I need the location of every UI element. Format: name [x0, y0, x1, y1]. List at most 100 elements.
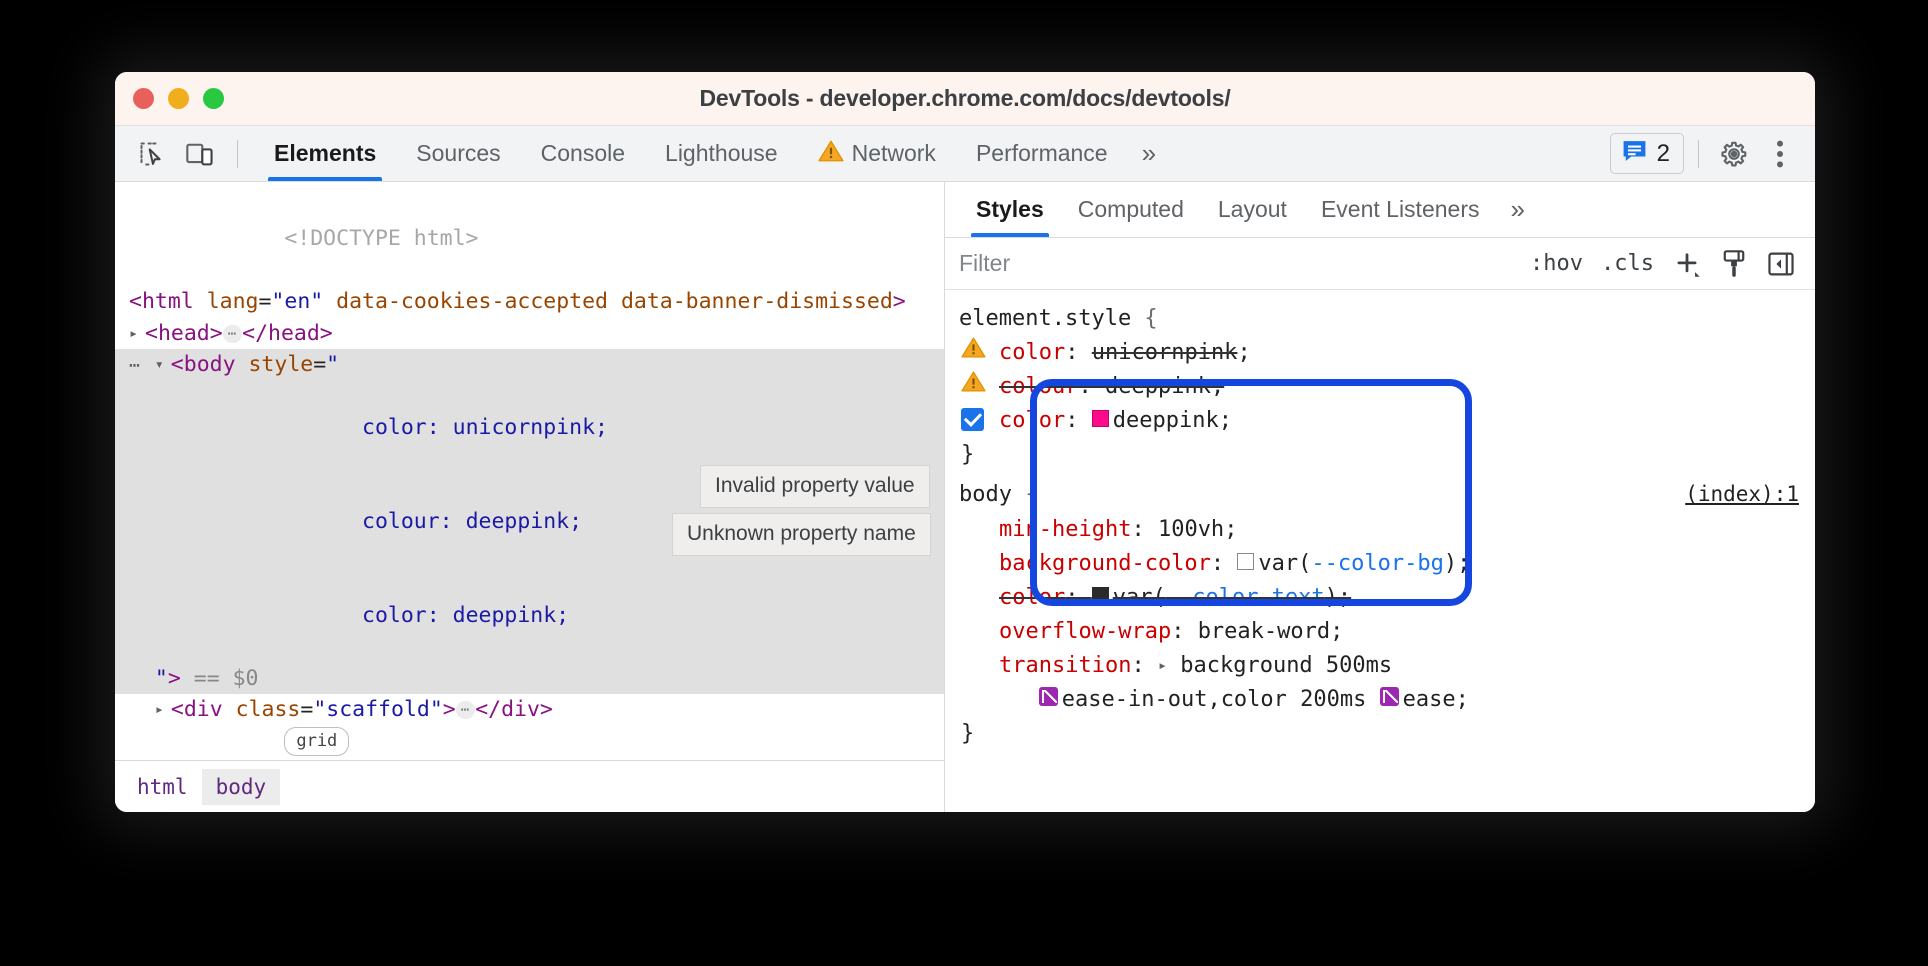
style-rules-list[interactable]: element.style { color: unicornpink;: [945, 290, 1815, 812]
tab-lighthouse[interactable]: Lighthouse: [645, 126, 798, 181]
css-variable-name[interactable]: --color-text: [1166, 581, 1325, 615]
hov-toggle-button[interactable]: :hov: [1521, 251, 1592, 276]
window-titlebar: DevTools - developer.chrome.com/docs/dev…: [115, 72, 1815, 126]
property-value[interactable]: unicornpink: [1092, 336, 1238, 370]
declaration-colour-deeppink[interactable]: colour: deeppink;: [959, 370, 1801, 404]
tab-performance[interactable]: Performance: [956, 126, 1128, 181]
html-lang-value: en: [284, 289, 310, 314]
tab-styles[interactable]: Styles: [959, 182, 1061, 237]
easing-curve-swatch-ease[interactable]: [1380, 687, 1399, 706]
toolbar-divider: [237, 140, 238, 168]
property-name[interactable]: min-height: [999, 513, 1131, 547]
dom-line-div-scaffold[interactable]: ▸<div class="scaffold">⋯</div> grid: [115, 694, 944, 757]
warning-icon: [961, 370, 999, 393]
style-source-link[interactable]: (index):1: [1685, 478, 1799, 511]
dom-line-style-color-3[interactable]: color: deeppink;: [115, 569, 944, 663]
declaration-color-deeppink-active[interactable]: color: deeppink;: [959, 404, 1801, 438]
rule-body[interactable]: body { (index):1 min-height: 100vh; back…: [945, 478, 1815, 751]
issues-counter-button[interactable]: 2: [1610, 133, 1684, 174]
rule-element-style[interactable]: element.style { color: unicornpink;: [945, 302, 1815, 472]
declaration-overflow-wrap[interactable]: overflow-wrap: break-word;: [959, 615, 1801, 649]
color-swatch-deeppink[interactable]: [1092, 410, 1109, 427]
cls-toggle-button[interactable]: .cls: [1592, 251, 1663, 276]
tab-computed[interactable]: Computed: [1061, 182, 1201, 237]
paintbrush-icon[interactable]: [1711, 249, 1757, 279]
css-variable-name[interactable]: --color-bg: [1311, 547, 1443, 581]
tab-network-label: Network: [852, 140, 936, 167]
declaration-color-var[interactable]: color: var(--color-text);: [959, 581, 1801, 615]
element-style-selector-text: element.style: [959, 306, 1131, 331]
declaration-transition[interactable]: transition: ▸ background 500ms: [959, 649, 1801, 683]
dom-line-doctype[interactable]: <!DOCTYPE html>: [115, 192, 944, 286]
close-window-button[interactable]: [133, 88, 154, 109]
tooltip-unknown-property-name: Unknown property name: [672, 513, 931, 556]
dom-tree[interactable]: <!DOCTYPE html> <html lang="en" data-coo…: [115, 182, 944, 760]
property-value[interactable]: deeppink: [1105, 374, 1211, 399]
tab-elements[interactable]: Elements: [254, 126, 396, 181]
new-style-rule-button[interactable]: [1663, 249, 1711, 279]
minimize-window-button[interactable]: [168, 88, 189, 109]
property-value[interactable]: deeppink: [1113, 404, 1219, 438]
declaration-transition-continued[interactable]: ease-in-out,color 200ms ease;: [959, 683, 1801, 717]
style-decl-2: colour: deeppink;: [362, 509, 582, 534]
more-styles-tabs-chevron-icon[interactable]: »: [1496, 194, 1538, 225]
dom-breadcrumb: html body: [115, 760, 944, 812]
tab-event-listeners[interactable]: Event Listeners: [1304, 182, 1497, 237]
property-name[interactable]: overflow-wrap: [999, 615, 1171, 649]
body-closing-brace: }: [959, 717, 1801, 751]
style-decl-1: color: unicornpink;: [362, 415, 608, 440]
rule-selector-element-style[interactable]: element.style {: [959, 302, 1801, 336]
expand-transition-icon[interactable]: ▸: [1158, 654, 1167, 677]
tab-event-listeners-label: Event Listeners: [1321, 196, 1480, 223]
color-swatch-text[interactable]: [1092, 587, 1109, 604]
device-toolbar-icon[interactable]: [179, 135, 221, 173]
dom-line-html[interactable]: <html lang="en" data-cookies-accepted da…: [115, 286, 944, 317]
property-name[interactable]: background-color: [999, 547, 1211, 581]
property-value[interactable]: break-word: [1198, 615, 1330, 649]
property-name[interactable]: color: [999, 336, 1065, 370]
toolbar-right-divider: [1698, 140, 1699, 168]
dom-line-style-color-1[interactable]: color: unicornpink;: [115, 380, 944, 474]
dom-line-head[interactable]: ▸<head>⋯</head>: [115, 318, 944, 349]
devtools-main-toolbar: Elements Sources Console Lighthouse: [115, 126, 1815, 182]
styles-filter-input[interactable]: [945, 250, 1521, 277]
breadcrumb-item-body[interactable]: body: [202, 769, 281, 805]
property-name[interactable]: color: [999, 581, 1065, 615]
element-style-closing-brace: }: [959, 438, 1801, 472]
expand-ellipsis-icon[interactable]: ⋯: [223, 325, 242, 343]
property-value[interactable]: 100vh: [1158, 513, 1224, 547]
inspect-element-icon[interactable]: [131, 135, 173, 173]
property-name[interactable]: colour: [999, 374, 1078, 399]
enabled-checkbox[interactable]: [961, 408, 999, 431]
more-panels-chevron-icon[interactable]: »: [1128, 138, 1170, 169]
declaration-color-unicornpink[interactable]: color: unicornpink;: [959, 336, 1801, 370]
grid-badge[interactable]: grid: [284, 727, 349, 756]
dom-line-announcement-banner[interactable]: ▸<announcement-banner class="cookie-bann…: [115, 757, 944, 760]
doctype-text: <!DOCTYPE html>: [284, 226, 478, 251]
tab-sources[interactable]: Sources: [396, 126, 520, 181]
warning-triangle-icon: [818, 139, 844, 169]
color-swatch-bg[interactable]: [1237, 553, 1254, 570]
breadcrumb-item-html[interactable]: html: [123, 769, 202, 805]
gear-icon[interactable]: [1713, 135, 1755, 173]
property-name[interactable]: transition: [999, 649, 1131, 683]
issues-message-icon: [1621, 139, 1648, 168]
tab-layout[interactable]: Layout: [1201, 182, 1304, 237]
property-name[interactable]: color: [999, 404, 1065, 438]
declaration-min-height[interactable]: min-height: 100vh;: [959, 513, 1801, 547]
style-decl-3: color: deeppink;: [362, 603, 569, 628]
node-overflow-dots-icon[interactable]: ⋯: [129, 355, 142, 376]
maximize-window-button[interactable]: [203, 88, 224, 109]
tab-console[interactable]: Console: [521, 126, 645, 181]
tab-lighthouse-label: Lighthouse: [665, 140, 778, 167]
declaration-background-color[interactable]: background-color: var(--color-bg);: [959, 547, 1801, 581]
dom-line-body-open[interactable]: ⋯ ▾<body style=": [115, 349, 944, 380]
easing-curve-swatch-ease-in-out[interactable]: [1039, 687, 1058, 706]
dom-line-body-close-attr[interactable]: "> == $0: [115, 663, 944, 694]
tab-network[interactable]: Network: [798, 126, 956, 181]
rule-selector-body[interactable]: body { (index):1: [959, 478, 1801, 512]
expand-ellipsis-icon[interactable]: ⋯: [456, 701, 475, 719]
sidebar-toggle-icon[interactable]: [1757, 249, 1805, 279]
kebab-menu-icon[interactable]: [1759, 135, 1801, 173]
tab-console-label: Console: [541, 140, 625, 167]
